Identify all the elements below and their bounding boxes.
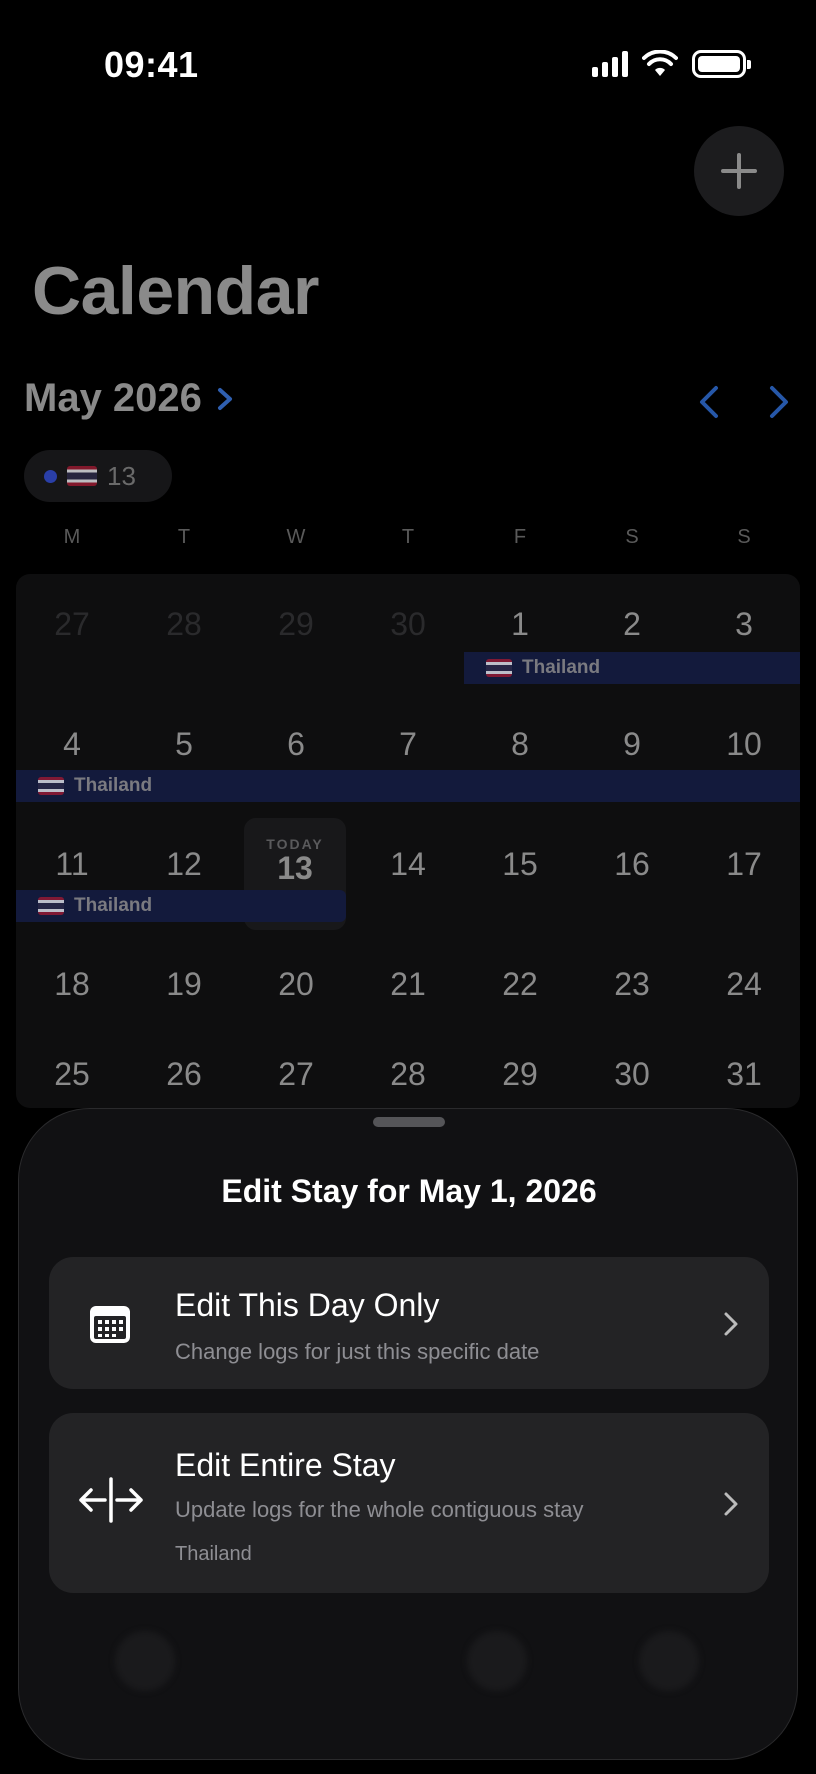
calendar-day[interactable]: 16 — [576, 846, 688, 883]
country-dot — [44, 469, 57, 483]
calendar-day[interactable]: 14 — [352, 846, 464, 883]
stay-label: Thailand — [74, 895, 153, 916]
calendar-day[interactable]: 30 — [576, 1056, 688, 1093]
calendar-week: 4 5 6 7 8 9 10 — [16, 726, 800, 763]
edit-entire-stay-option[interactable]: Edit Entire Stay Update logs for the who… — [49, 1413, 769, 1593]
calendar-day[interactable]: 25 — [16, 1056, 128, 1093]
calendar-day[interactable]: 6 — [240, 726, 352, 763]
chevron-right-icon — [724, 1312, 738, 1336]
calendar-day[interactable]: 18 — [16, 966, 128, 1003]
calendar-day[interactable]: 12 — [128, 846, 240, 883]
calendar-day[interactable]: 28 — [128, 606, 240, 643]
calendar-day[interactable]: 7 — [352, 726, 464, 763]
option-title: Edit This Day Only — [175, 1287, 440, 1323]
thailand-flag-icon — [486, 659, 512, 677]
month-selector[interactable]: May 2026 — [24, 376, 236, 421]
month-label: May 2026 — [24, 376, 202, 420]
calendar-day[interactable]: 22 — [464, 966, 576, 1003]
add-stay-button[interactable] — [694, 126, 784, 216]
stay-label: Thailand — [74, 775, 153, 796]
calendar-day[interactable]: 30 — [352, 606, 464, 643]
calendar-day[interactable]: 10 — [688, 726, 800, 763]
chevron-right-icon — [724, 1492, 738, 1516]
previous-month-button[interactable] — [694, 384, 724, 420]
calendar-week: 27 28 29 30 1 2 3 — [16, 606, 800, 643]
calendar-day[interactable]: 17 — [688, 846, 800, 883]
calendar-day[interactable]: 4 — [16, 726, 128, 763]
chevron-right-icon — [217, 387, 232, 410]
weekday-label: M — [63, 526, 81, 548]
sheet-title: Edit Stay for May 1, 2026 — [221, 1173, 597, 1209]
stay-bar[interactable]: Thailand — [464, 652, 800, 684]
weekday-label: W — [286, 526, 306, 548]
app-screen: 09:41 Calendar May 2026 13 M T W T F S S… — [0, 0, 816, 1774]
calendar-day[interactable]: 9 — [576, 726, 688, 763]
calendar-day[interactable]: 8 — [464, 726, 576, 763]
tab-bar-ghost-icon — [467, 1631, 527, 1691]
calendar-day[interactable]: 2 — [576, 606, 688, 643]
option-subtitle: Update logs for the whole contiguous sta… — [175, 1497, 584, 1522]
calendar-icon — [90, 1306, 130, 1343]
weekday-header: M T W T F S S — [16, 526, 800, 549]
edit-this-day-option[interactable]: Edit This Day Only Change logs for just … — [49, 1257, 769, 1389]
thailand-flag-icon — [38, 777, 64, 795]
weekday-label: T — [177, 526, 191, 548]
plus-icon — [721, 153, 757, 189]
weekday-label: S — [737, 526, 751, 548]
arrows-split-icon — [79, 1477, 143, 1523]
next-month-button[interactable] — [764, 384, 794, 420]
calendar-day[interactable]: 24 — [688, 966, 800, 1003]
weekday-label: S — [625, 526, 639, 548]
calendar-grid: Thailand Thailand Thailand 27 28 29 30 1… — [16, 574, 800, 1108]
weekday-label: F — [513, 526, 527, 548]
sheet-grabber[interactable] — [373, 1117, 445, 1127]
calendar-day[interactable]: 19 — [128, 966, 240, 1003]
calendar-day[interactable]: 1 — [464, 606, 576, 643]
thailand-flag-icon — [38, 897, 64, 915]
calendar-day[interactable]: 20 — [240, 966, 352, 1003]
calendar-week: 11 12 14 15 16 17 — [16, 846, 800, 883]
country-day-count: 13 — [107, 460, 136, 491]
calendar-day[interactable]: 3 — [688, 606, 800, 643]
calendar-day[interactable]: 31 — [688, 1056, 800, 1093]
calendar-week: 25 26 27 28 29 30 31 — [16, 1056, 800, 1093]
calendar-day[interactable]: 23 — [576, 966, 688, 1003]
calendar-day[interactable]: 5 — [128, 726, 240, 763]
tab-bar-ghost-icon — [115, 1631, 175, 1691]
calendar-day[interactable]: 15 — [464, 846, 576, 883]
thailand-flag-icon — [67, 466, 97, 486]
country-summary-pill[interactable]: 13 — [24, 450, 172, 502]
calendar-day[interactable]: 28 — [352, 1056, 464, 1093]
tab-bar-ghost-icon — [639, 1631, 699, 1691]
stay-label: Thailand — [522, 657, 601, 678]
stay-bar[interactable]: Thailand — [16, 770, 800, 802]
calendar-day[interactable]: 27 — [240, 1056, 352, 1093]
today-day[interactable]: 13 — [244, 850, 346, 887]
edit-stay-sheet: Edit Stay for May 1, 2026 Edit This Day … — [18, 1108, 798, 1760]
calendar-day[interactable]: 27 — [16, 606, 128, 643]
calendar-day[interactable]: 11 — [16, 846, 128, 883]
stay-bar[interactable]: Thailand — [16, 890, 346, 922]
calendar-week: 18 19 20 21 22 23 24 — [16, 966, 800, 1003]
option-subtitle: Change logs for just this specific date — [175, 1339, 540, 1364]
stay-country-label: Thailand — [175, 1543, 252, 1565]
weekday-label: T — [401, 526, 415, 548]
page-title: Calendar — [32, 253, 320, 329]
calendar-day[interactable]: 29 — [464, 1056, 576, 1093]
calendar-day[interactable]: 29 — [240, 606, 352, 643]
option-title: Edit Entire Stay — [175, 1447, 396, 1483]
calendar-day[interactable]: 26 — [128, 1056, 240, 1093]
calendar-day[interactable]: 21 — [352, 966, 464, 1003]
